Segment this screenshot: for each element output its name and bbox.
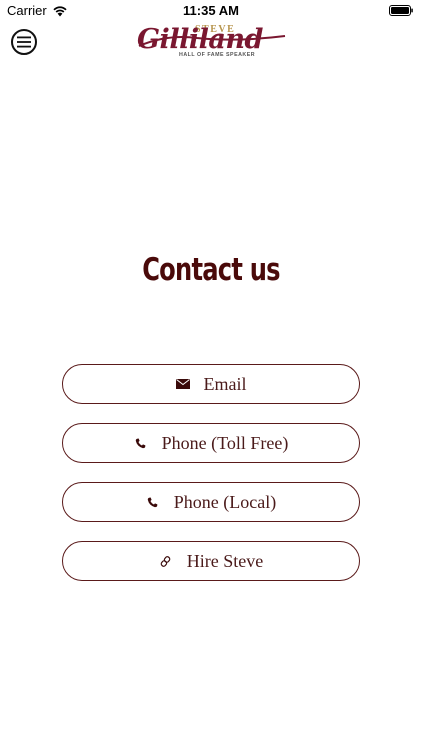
- logo-main-text: Gilliland: [137, 24, 263, 55]
- phone-toll-free-label: Phone (Toll Free): [161, 432, 289, 453]
- page-title: Contact us: [142, 252, 280, 288]
- phone-icon: [134, 436, 148, 450]
- hire-steve-label: Hire Steve: [186, 550, 264, 571]
- phone-icon: [146, 495, 160, 509]
- status-time: 11:35 AM: [183, 3, 239, 18]
- status-bar: Carrier 11:35 AM: [0, 0, 422, 22]
- hire-steve-button[interactable]: Hire Steve: [62, 541, 360, 581]
- menu-button[interactable]: [11, 29, 37, 55]
- email-button[interactable]: Email: [62, 364, 360, 404]
- phone-local-button[interactable]: Phone (Local): [62, 482, 360, 522]
- envelope-icon: [175, 377, 190, 391]
- hamburger-menu-icon: [17, 36, 31, 48]
- brand-logo: STEVE Gilliland HALL OF FAME SPEAKER: [137, 24, 287, 62]
- link-icon: [159, 554, 173, 568]
- contact-button-list: Email Phone (Toll Free) Phone (Local) Hi…: [62, 364, 360, 600]
- phone-local-label: Phone (Local): [173, 491, 277, 512]
- phone-toll-free-button[interactable]: Phone (Toll Free): [62, 423, 360, 463]
- battery-icon: [389, 5, 413, 16]
- logo-sub-text: HALL OF FAME SPEAKER: [179, 52, 256, 58]
- email-button-label: Email: [203, 373, 247, 394]
